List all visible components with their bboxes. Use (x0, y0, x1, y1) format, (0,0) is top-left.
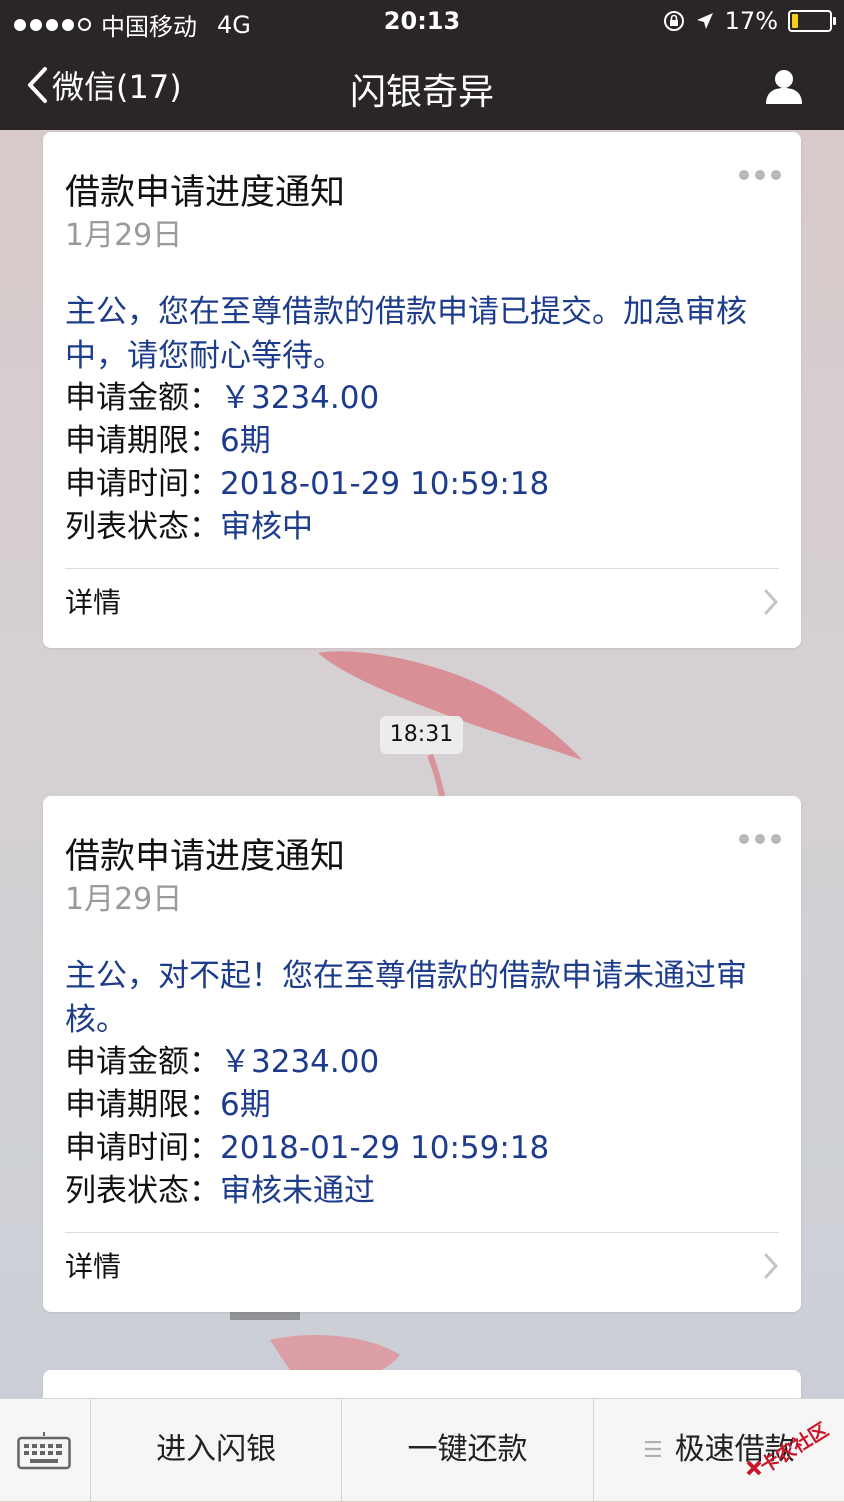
battery-percent: 17% (724, 7, 778, 35)
row-label: 申请金额： (65, 1044, 220, 1080)
notification-card-partial (43, 1370, 801, 1398)
keyboard-toggle-button[interactable] (0, 1399, 91, 1501)
row-value: 审核未通过 (220, 1173, 375, 1209)
card-title: 借款申请进度通知 (65, 173, 346, 213)
chevron-right-icon (764, 589, 778, 615)
person-icon (766, 70, 802, 104)
detail-row-time: 申请时间：2018-01-29 10:59:18 (65, 462, 549, 506)
details-link[interactable]: 详情 (43, 1233, 801, 1297)
back-label: 微信(17) (52, 68, 182, 106)
row-label: 申请金额： (65, 380, 220, 416)
row-label: 申请期限： (65, 423, 220, 459)
row-value: ￥3234.00 (220, 380, 380, 416)
profile-button[interactable] (764, 66, 804, 110)
nav-bar: 微信(17) 闪银奇异 (0, 44, 844, 130)
details-label: 详情 (65, 586, 122, 619)
card-date: 1月29日 (65, 218, 183, 253)
detail-row-term: 申请期限：6期 (65, 1083, 271, 1127)
keyboard-icon (17, 1432, 71, 1470)
status-bar: 中国移动 4G 20:13 17% (0, 0, 844, 44)
row-value: ￥3234.00 (220, 1044, 380, 1080)
detail-row-amount: 申请金额：￥3234.00 (65, 376, 379, 420)
battery-icon (788, 10, 836, 32)
details-link[interactable]: 详情 (43, 569, 801, 633)
row-label: 列表状态： (65, 509, 220, 545)
back-button[interactable]: 微信(17) (26, 62, 182, 108)
row-label: 申请期限： (65, 1087, 220, 1123)
status-right: 17% (663, 7, 836, 35)
row-value: 6期 (220, 423, 271, 459)
more-options-icon[interactable] (739, 170, 781, 180)
rotation-lock-icon (663, 11, 684, 31)
row-label: 申请时间： (65, 466, 220, 502)
detail-row-time: 申请时间：2018-01-29 10:59:18 (65, 1126, 549, 1170)
row-value: 审核中 (220, 509, 313, 545)
menu-enter-app[interactable]: 进入闪银 (91, 1399, 343, 1501)
message-feed[interactable]: 借款申请进度通知 1月29日 主公，您在至尊借款的借款申请已提交。加急审核中，请… (0, 130, 844, 1398)
detail-row-term: 申请期限：6期 (65, 419, 271, 463)
row-label: 列表状态： (65, 1173, 220, 1209)
notification-card: 借款申请进度通知 1月29日 主公，您在至尊借款的借款申请已提交。加急审核中，请… (43, 132, 801, 648)
card-title: 借款申请进度通知 (65, 837, 346, 877)
card-date: 1月29日 (65, 882, 183, 917)
card-intro: 主公，对不起！您在至尊借款的借款申请未通过审核。 (65, 958, 747, 1038)
chevron-right-icon (764, 1253, 778, 1279)
detail-row-status: 列表状态：审核未通过 (65, 1169, 375, 1213)
notification-card: 借款申请进度通知 1月29日 主公，对不起！您在至尊借款的借款申请未通过审核。 … (43, 796, 801, 1312)
chevron-left-icon (28, 67, 47, 103)
detail-row-status: 列表状态：审核中 (65, 505, 313, 549)
timestamp-pill: 18:31 (380, 716, 463, 754)
location-arrow-icon (696, 13, 713, 29)
watermark-logo: 卡农社区 (746, 1418, 833, 1478)
bottom-menu-bar: 进入闪银 一键还款 ☰ 极速借款 (0, 1398, 844, 1501)
top-bar: 中国移动 4G 20:13 17% 微信(17) 闪银奇异 (0, 0, 844, 130)
submenu-icon: ☰ (642, 1437, 663, 1463)
more-options-icon[interactable] (739, 834, 781, 844)
row-value: 2018-01-29 10:59:18 (220, 466, 550, 502)
row-value: 2018-01-29 10:59:18 (220, 1130, 550, 1166)
row-label: 申请时间： (65, 1130, 220, 1166)
details-label: 详情 (65, 1250, 122, 1283)
svg-text:卡农社区: 卡农社区 (756, 1418, 833, 1478)
row-value: 6期 (220, 1087, 271, 1123)
detail-row-amount: 申请金额：￥3234.00 (65, 1040, 379, 1084)
card-intro: 主公，您在至尊借款的借款申请已提交。加急审核中，请您耐心等待。 (65, 294, 747, 374)
menu-quick-repay[interactable]: 一键还款 (342, 1399, 594, 1501)
